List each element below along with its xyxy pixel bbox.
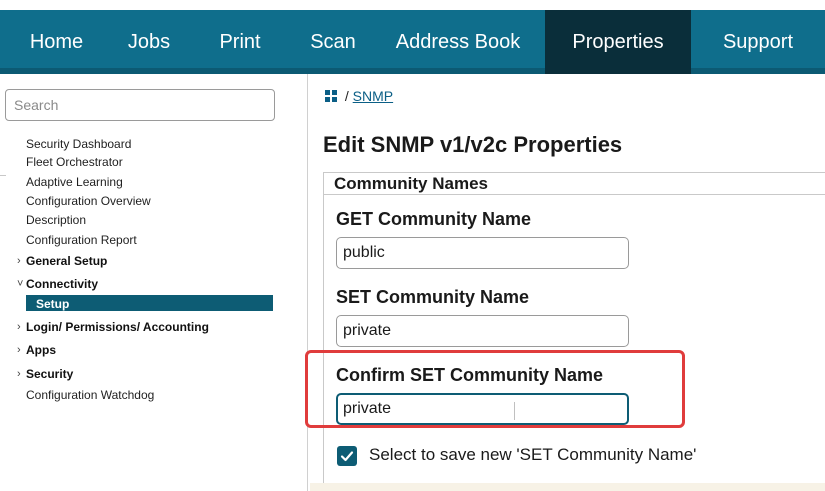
- grid-icon[interactable]: [325, 90, 337, 102]
- chevron-right-icon: ›: [17, 344, 21, 356]
- chevron-down-icon: ˅: [17, 278, 24, 290]
- nav-tab-scan[interactable]: Scan: [295, 10, 371, 74]
- nav-tab-properties[interactable]: Properties: [545, 10, 691, 74]
- breadcrumb: / SNMP: [325, 88, 393, 104]
- sidebar-search-input[interactable]: Search: [5, 89, 275, 121]
- breadcrumb-link-snmp[interactable]: SNMP: [353, 88, 393, 104]
- nav-tab-print[interactable]: Print: [185, 10, 295, 74]
- community-names-panel: Community Names GET Community Name publi…: [323, 172, 825, 491]
- nav-tab-jobs[interactable]: Jobs: [113, 10, 185, 74]
- sidebar-group-label: Connectivity: [26, 277, 99, 291]
- sidebar-item-description[interactable]: Description: [26, 213, 86, 227]
- sidebar-group-connectivity[interactable]: ˅ Connectivity: [17, 277, 99, 291]
- sidebar-group-label: Login/ Permissions/ Accounting: [26, 320, 209, 334]
- sidebar-group-label: Security: [26, 367, 74, 381]
- panel-header: Community Names: [324, 173, 825, 195]
- page-title: Edit SNMP v1/v2c Properties: [323, 132, 623, 157]
- sidebar-group-label: Apps: [26, 343, 56, 357]
- sidebar-group-general-setup[interactable]: › General Setup: [17, 254, 108, 268]
- sidebar-group-label: General Setup: [26, 254, 108, 268]
- save-set-community-checkbox-label[interactable]: Select to save new 'SET Community Name': [369, 445, 696, 465]
- checkmark-icon: [340, 451, 354, 462]
- sidebar-item-fleet-orchestrator[interactable]: Fleet Orchestrator: [26, 155, 123, 169]
- sidebar-item-setup[interactable]: Setup: [26, 295, 273, 311]
- chevron-right-icon: ›: [17, 321, 21, 333]
- highlight-annotation-box: [305, 350, 685, 428]
- bottom-strip: [310, 483, 825, 491]
- set-community-name-label: SET Community Name: [336, 287, 530, 307]
- top-navigation-bar: Home Jobs Print Scan Address Book Proper…: [0, 10, 825, 74]
- sidebar-item-configuration-overview[interactable]: Configuration Overview: [26, 194, 151, 208]
- sidebar-group-security[interactable]: › Security: [17, 367, 74, 381]
- save-set-community-checkbox[interactable]: [337, 446, 357, 466]
- sidebar-group-login-permissions-accounting[interactable]: › Login/ Permissions/ Accounting: [17, 320, 209, 334]
- sidebar-item-security-dashboard[interactable]: Security Dashboard: [26, 137, 131, 151]
- nav-tab-support[interactable]: Support: [691, 10, 825, 74]
- nav-tab-address-book[interactable]: Address Book: [371, 10, 545, 74]
- sidebar-item-label: Setup: [36, 297, 70, 311]
- chevron-right-icon: ›: [17, 368, 21, 380]
- sidebar-group-apps[interactable]: › Apps: [17, 343, 56, 357]
- nav-tab-home[interactable]: Home: [0, 10, 113, 74]
- sidebar-divider: [307, 74, 308, 491]
- set-community-name-input[interactable]: private: [336, 315, 629, 347]
- chevron-right-icon: ›: [17, 255, 21, 267]
- sidebar-item-adaptive-learning[interactable]: Adaptive Learning: [26, 175, 123, 189]
- sidebar-edge-tick: [0, 175, 6, 176]
- get-community-name-input[interactable]: public: [336, 237, 629, 269]
- sidebar-item-configuration-report[interactable]: Configuration Report: [26, 233, 137, 247]
- breadcrumb-separator: /: [344, 88, 349, 104]
- sidebar-item-configuration-watchdog[interactable]: Configuration Watchdog: [26, 388, 154, 402]
- get-community-name-label: GET Community Name: [336, 209, 532, 229]
